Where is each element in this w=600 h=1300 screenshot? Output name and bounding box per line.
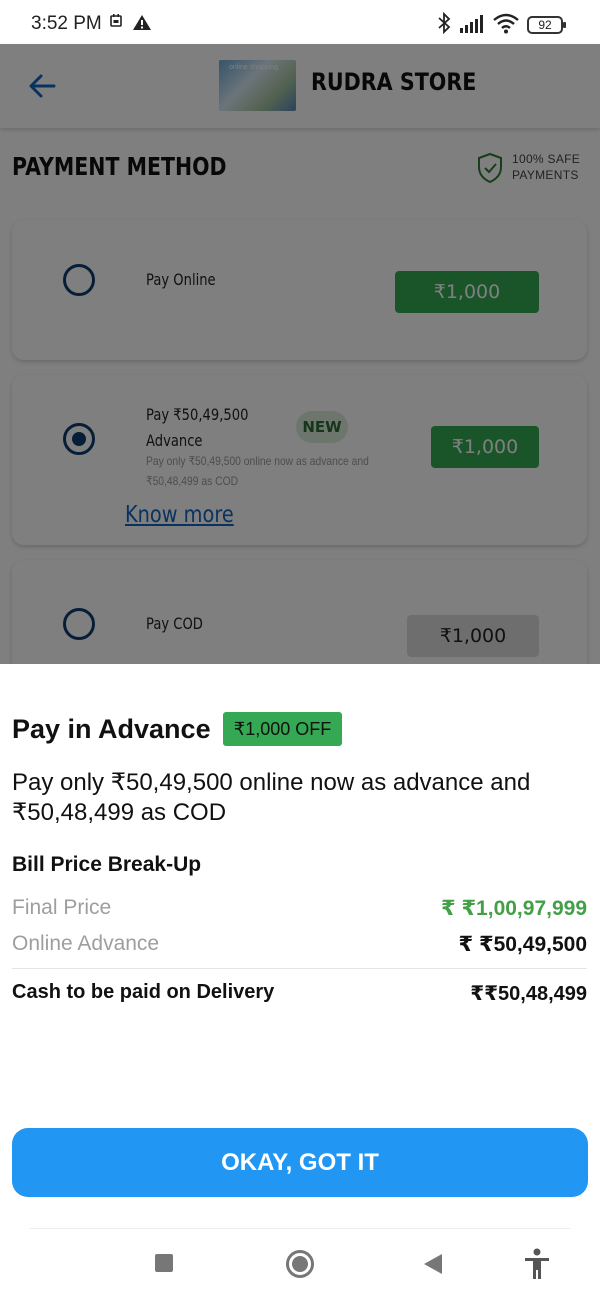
final-price-label: Final Price xyxy=(12,896,112,919)
breakup-title: Bill Price Break-Up xyxy=(12,853,202,876)
payment-method-title: PAYMENT METHOD xyxy=(12,152,227,181)
cod-value: ₹₹50,48,499 xyxy=(470,983,587,1005)
recents-icon[interactable] xyxy=(155,1254,173,1272)
payment-option-online[interactable]: Pay Online ₹1,000 discount xyxy=(12,220,587,360)
warning-icon xyxy=(132,14,152,35)
advance-desc-line1: Pay only ₹50,49,500 online now as advanc… xyxy=(146,454,369,468)
radio-cod[interactable] xyxy=(63,608,95,640)
nav-divider xyxy=(30,1228,570,1229)
radio-advance[interactable] xyxy=(63,423,95,455)
back-button[interactable] xyxy=(24,66,64,106)
charge-tag-cod: ₹1,000 charge xyxy=(407,615,539,689)
okay-got-it-button[interactable]: OKAY, GOT IT xyxy=(12,1128,588,1197)
safe-payments-text: 100% SAFE PAYMENTS xyxy=(512,152,581,182)
calendar-icon xyxy=(110,14,122,31)
advance-desc-line2: ₹50,48,499 as COD xyxy=(146,474,239,488)
sheet-title: Pay in Advance xyxy=(12,714,211,744)
home-icon[interactable] xyxy=(286,1250,314,1278)
option-label-online: Pay Online xyxy=(146,270,216,289)
final-price-value: ₹ ₹1,00,97,999 xyxy=(441,897,587,920)
app-bar: online shopping RUDRA STORE xyxy=(0,44,600,128)
accessibility-icon[interactable] xyxy=(522,1248,552,1280)
store-logo: online shopping xyxy=(219,60,296,111)
online-advance-label: Online Advance xyxy=(12,932,160,955)
wifi-icon xyxy=(492,12,520,38)
payment-option-advance[interactable]: Pay ₹50,49,500 Advance NEW Pay only ₹50,… xyxy=(12,375,587,545)
option-label-advance-line2: Advance xyxy=(146,431,203,450)
option-label-cod: Pay COD xyxy=(146,614,203,633)
know-more-link[interactable]: Know more xyxy=(125,502,234,528)
online-advance-value: ₹ ₹50,49,500 xyxy=(458,933,587,956)
radio-online[interactable] xyxy=(63,264,95,296)
divider xyxy=(12,968,587,969)
signal-icon xyxy=(459,14,487,38)
store-logo-text: online shopping xyxy=(229,64,279,71)
back-triangle-icon[interactable] xyxy=(424,1254,442,1274)
new-badge: NEW xyxy=(296,411,348,443)
arrow-left-icon xyxy=(29,74,56,98)
shield-check-icon xyxy=(478,152,502,184)
pay-advance-sheet: Pay in Advance ₹1,000 OFF Pay only ₹50,4… xyxy=(0,664,600,1300)
discount-tag-online: ₹1,000 discount xyxy=(395,271,539,345)
row-final-price: Final Price ₹ ₹1,00,97,999 xyxy=(12,896,587,926)
cod-label: Cash to be paid on Delivery xyxy=(12,981,275,1003)
store-name: RUDRA STORE xyxy=(311,68,477,96)
row-cash-on-delivery: Cash to be paid on Delivery ₹₹50,48,499 xyxy=(12,981,587,1011)
sheet-description: Pay only ₹50,49,500 online now as advanc… xyxy=(12,769,531,826)
sheet-off-badge: ₹1,000 OFF xyxy=(223,712,342,746)
bluetooth-icon xyxy=(437,11,451,38)
status-time: 3:52 PM xyxy=(31,13,102,34)
row-online-advance: Online Advance ₹ ₹50,49,500 xyxy=(12,932,587,962)
battery-icon: 92 xyxy=(527,16,566,34)
status-bar: 3:52 PM 92 xyxy=(0,0,600,44)
discount-tag-advance: ₹1,000 OFF xyxy=(431,426,539,500)
option-label-advance-line1: Pay ₹50,49,500 xyxy=(146,405,249,424)
